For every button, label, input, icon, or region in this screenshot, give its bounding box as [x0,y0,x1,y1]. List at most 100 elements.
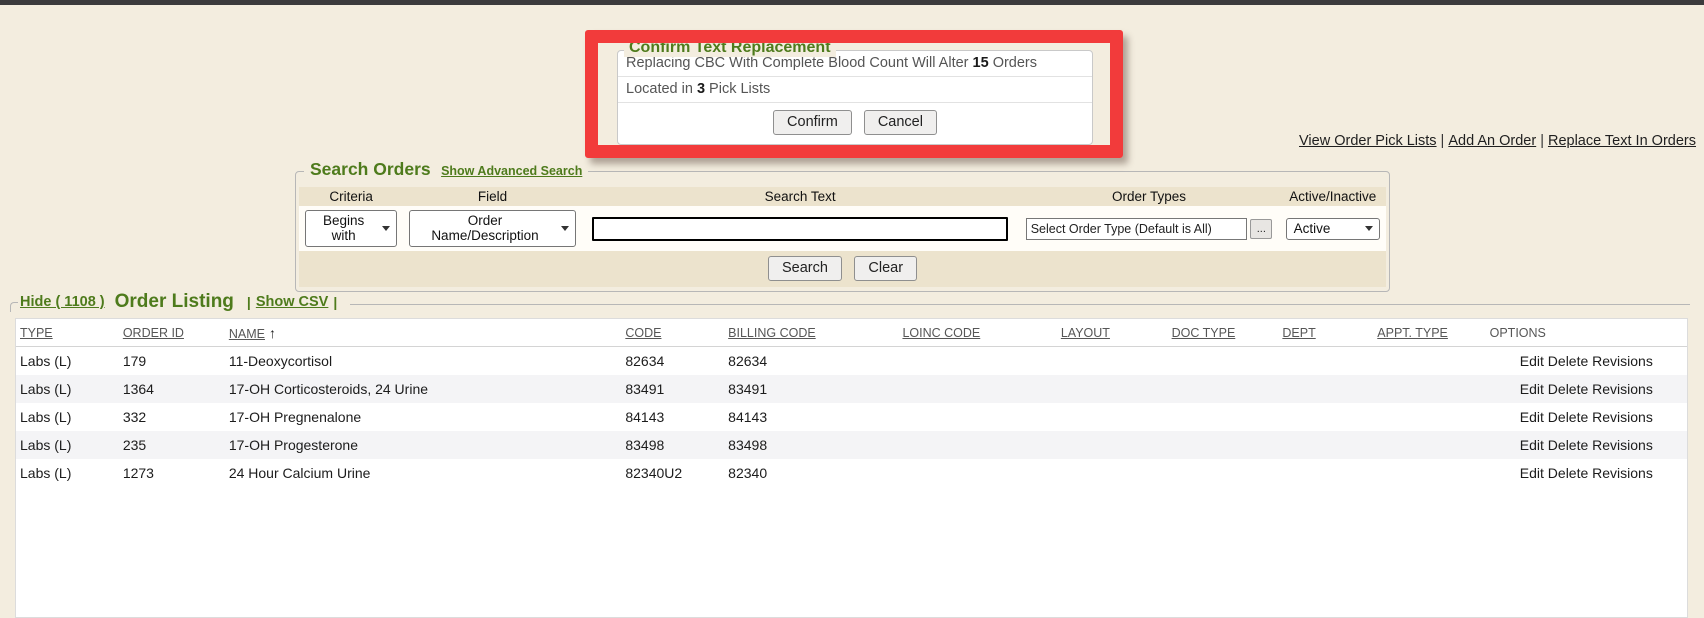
dept-header-label[interactable]: DEPT [1282,326,1315,340]
replace-text-in-orders-link[interactable]: Replace Text In Orders [1548,133,1696,149]
dialog-line2-suffix: Pick Lists [705,81,770,97]
top-nav-links: View Order Pick Lists|Add An Order|Repla… [1299,133,1696,149]
search-input-row: Begins with Order Name/Description ... A… [299,206,1386,251]
show-advanced-search-link[interactable]: Show Advanced Search [441,164,582,178]
code-header-label[interactable]: CODE [625,326,661,340]
loinc-code-header-label[interactable]: LOINC CODE [902,326,980,340]
search-form-table: Criteria Field Search Text Order Types A… [299,187,1386,287]
column-header-dept[interactable]: DEPT [1278,319,1373,347]
column-header-order-id[interactable]: ORDER ID [119,319,225,347]
search-text-input[interactable] [592,217,1008,241]
add-an-order-link[interactable]: Add An Order [1448,133,1536,149]
cell-loinc-code [898,347,1056,376]
chevron-down-icon [561,226,569,231]
active-inactive-header: Active/Inactive [1279,187,1386,206]
order-types-browse-button[interactable]: ... [1250,219,1272,239]
order-types-cell: ... [1019,206,1280,251]
search-text-cell [582,206,1019,251]
cell-order-id: 332 [119,403,225,431]
cell-doc-type [1168,403,1279,431]
column-header-options: OPTIONS [1486,319,1687,347]
dialog-button-row: Confirm Cancel [618,103,1092,144]
dialog-line2-count: 3 [697,81,705,97]
listing-separator: | [247,294,251,310]
nav-separator: | [1441,133,1445,149]
cell-billing-code: 82634 [724,347,898,376]
cell-appt-type [1373,347,1485,376]
column-header-appt-type[interactable]: APPT. TYPE [1373,319,1485,347]
column-header-doc-type[interactable]: DOC TYPE [1168,319,1279,347]
confirm-text-replacement-dialog: Confirm Text Replacement Replacing CBC W… [617,50,1093,145]
criteria-selected-value: Begins with [313,213,374,243]
cell-code: 84143 [621,403,724,431]
cell-billing-code: 82340 [724,459,898,487]
criteria-header: Criteria [299,187,403,206]
column-header-name[interactable]: NAME↑ [225,319,622,347]
cell-layout [1057,375,1168,403]
table-row: Labs (L) 1273 24 Hour Calcium Urine 8234… [16,459,1687,487]
row-options-links[interactable]: Edit Delete Revisions [1486,403,1687,431]
cell-layout [1057,347,1168,376]
dialog-title: Confirm Text Replacement [624,39,836,57]
billing-code-header-label[interactable]: BILLING CODE [728,326,816,340]
column-header-layout[interactable]: LAYOUT [1057,319,1168,347]
cell-order-id: 1273 [119,459,225,487]
search-header-row: Criteria Field Search Text Order Types A… [299,187,1386,206]
search-button[interactable]: Search [768,256,842,281]
cell-dept [1278,431,1373,459]
dialog-line1-text: Replacing CBC With Complete Blood Count … [626,55,973,71]
cell-type: Labs (L) [16,375,119,403]
order-listing-table: TYPE ORDER ID NAME↑ CODE BILLING CODE LO… [16,319,1687,487]
cell-order-id: 235 [119,431,225,459]
column-header-type[interactable]: TYPE [16,319,119,347]
cell-appt-type [1373,375,1485,403]
column-header-loinc-code[interactable]: LOINC CODE [898,319,1056,347]
cell-dept [1278,347,1373,376]
cell-doc-type [1168,459,1279,487]
order-id-header-label[interactable]: ORDER ID [123,326,184,340]
order-types-input[interactable] [1026,218,1248,240]
search-buttons-cell: Search Clear [299,251,1386,287]
row-options-links[interactable]: Edit Delete Revisions [1486,375,1687,403]
column-header-code[interactable]: CODE [621,319,724,347]
cell-name: 17-OH Corticosteroids, 24 Urine [225,375,622,403]
name-header-label[interactable]: NAME [229,327,265,341]
order-types-control: ... [1026,218,1273,240]
hide-count-link[interactable]: Hide ( 1108 ) [20,294,105,310]
cell-type: Labs (L) [16,403,119,431]
cell-name: 11-Deoxycortisol [225,347,622,376]
cell-order-id: 1364 [119,375,225,403]
criteria-cell: Begins with [299,206,403,251]
order-table-header-row: TYPE ORDER ID NAME↑ CODE BILLING CODE LO… [16,319,1687,347]
dialog-line1-count: 15 [973,55,989,71]
cancel-button[interactable]: Cancel [864,110,937,135]
cell-type: Labs (L) [16,459,119,487]
cell-billing-code: 83491 [724,375,898,403]
doc-type-header-label[interactable]: DOC TYPE [1172,326,1236,340]
criteria-select[interactable]: Begins with [305,210,397,247]
field-select[interactable]: Order Name/Description [409,210,576,247]
order-table-body: Labs (L) 179 11-Deoxycortisol 82634 8263… [16,347,1687,488]
appt-type-header-label[interactable]: APPT. TYPE [1377,326,1448,340]
row-options-links[interactable]: Edit Delete Revisions [1486,431,1687,459]
cell-code: 83491 [621,375,724,403]
type-header-label[interactable]: TYPE [20,326,53,340]
fieldset-corner-decoration [10,302,18,312]
view-order-pick-lists-link[interactable]: View Order Pick Lists [1299,133,1437,149]
order-types-header: Order Types [1019,187,1280,206]
layout-header-label[interactable]: LAYOUT [1061,326,1110,340]
column-header-billing-code[interactable]: BILLING CODE [724,319,898,347]
window-top-bar [0,0,1704,5]
active-inactive-cell: Active [1279,206,1386,251]
cell-doc-type [1168,431,1279,459]
cell-name: 24 Hour Calcium Urine [225,459,622,487]
cell-type: Labs (L) [16,347,119,376]
confirm-button[interactable]: Confirm [773,110,852,135]
row-options-links[interactable]: Edit Delete Revisions [1486,347,1687,376]
active-inactive-select[interactable]: Active [1286,218,1380,240]
row-options-links[interactable]: Edit Delete Revisions [1486,459,1687,487]
field-cell: Order Name/Description [403,206,581,251]
cell-layout [1057,459,1168,487]
show-csv-link[interactable]: Show CSV [256,294,329,310]
clear-button[interactable]: Clear [854,256,917,281]
